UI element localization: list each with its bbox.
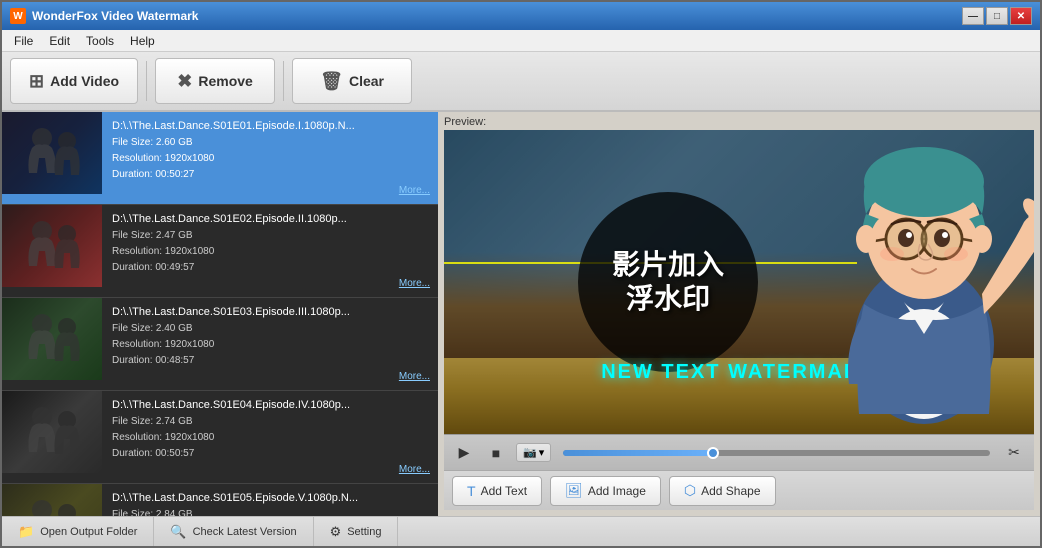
file-name: D:\.\The.Last.Dance.S01E05.Episode.V.108…: [112, 492, 430, 504]
file-meta: File Size: 2.40 GBResolution: 1920x1080D…: [112, 321, 430, 369]
image-icon: 🖼: [565, 482, 583, 499]
more-link[interactable]: More...: [112, 464, 430, 475]
camera-dropdown-icon: ▾: [539, 446, 545, 459]
menu-help[interactable]: Help: [122, 32, 163, 50]
file-list: D:\.\The.Last.Dance.S01E01.Episode.I.108…: [2, 112, 438, 516]
playback-controls: ▶ ■ 📷 ▾ ✂: [444, 434, 1034, 470]
file-name: D:\.\The.Last.Dance.S01E01.Episode.I.108…: [112, 120, 430, 132]
add-image-button[interactable]: 🖼 Add Image: [550, 476, 661, 506]
app-icon: W: [10, 8, 26, 24]
play-button[interactable]: ▶: [452, 441, 476, 465]
file-item[interactable]: D:\.\The.Last.Dance.S01E05.Episode.V.108…: [2, 484, 438, 516]
more-link[interactable]: More...: [112, 185, 430, 196]
add-shape-label: Add Shape: [701, 484, 760, 498]
file-info: D:\.\The.Last.Dance.S01E03.Episode.III.1…: [102, 298, 438, 390]
stop-button[interactable]: ■: [484, 441, 508, 465]
window-title: WonderFox Video Watermark: [32, 9, 962, 23]
toolbar-separator-2: [283, 61, 284, 101]
toolbar: ⊞ Add Video ✖ Remove 🗑 Clear: [2, 52, 1040, 112]
clear-icon: 🗑: [320, 71, 343, 92]
add-image-label: Add Image: [588, 484, 646, 498]
mascot-character: [784, 130, 1034, 434]
file-info: D:\.\The.Last.Dance.S01E01.Episode.I.108…: [102, 112, 438, 204]
add-shape-button[interactable]: ⬡ Add Shape: [669, 476, 776, 506]
watermark-circle-text: 影片加入 浮水印: [612, 248, 724, 315]
check-version-button[interactable]: 🔍 Check Latest Version: [154, 517, 313, 546]
folder-icon: 📁: [18, 524, 34, 540]
progress-fill: [563, 450, 712, 456]
gear-icon: ⚙: [330, 524, 342, 540]
menu-file[interactable]: File: [6, 32, 41, 50]
preview-label: Preview:: [444, 116, 1034, 128]
text-icon: T: [467, 483, 476, 499]
file-meta: File Size: 2.74 GBResolution: 1920x1080D…: [112, 414, 430, 462]
file-name: D:\.\The.Last.Dance.S01E04.Episode.IV.10…: [112, 399, 430, 411]
watermark-line1: 影片加入: [612, 249, 724, 280]
more-link[interactable]: More...: [112, 278, 430, 289]
title-bar: W WonderFox Video Watermark — □ ✕: [2, 2, 1040, 30]
file-info: D:\.\The.Last.Dance.S01E02.Episode.II.10…: [102, 205, 438, 297]
maximize-button[interactable]: □: [986, 7, 1008, 25]
scissors-button[interactable]: ✂: [1002, 441, 1026, 465]
add-video-button[interactable]: ⊞ Add Video: [10, 58, 138, 104]
menu-bar: File Edit Tools Help: [2, 30, 1040, 52]
clear-button[interactable]: 🗑 Clear: [292, 58, 412, 104]
preview-video: 影片加入 浮水印 NEW TEXT WATERMARK: [444, 130, 1034, 434]
file-thumbnail: [2, 391, 102, 473]
watermark-line2: 浮水印: [626, 283, 710, 314]
remove-icon: ✖: [177, 71, 192, 92]
file-info: D:\.\The.Last.Dance.S01E04.Episode.IV.10…: [102, 391, 438, 483]
close-button[interactable]: ✕: [1010, 7, 1032, 25]
progress-bar[interactable]: [563, 450, 990, 456]
file-meta: File Size: 2.47 GBResolution: 1920x1080D…: [112, 228, 430, 276]
open-folder-label: Open Output Folder: [40, 526, 137, 538]
camera-icon: 📷: [523, 446, 537, 459]
file-thumbnail: [2, 112, 102, 194]
settings-button[interactable]: ⚙ Setting: [314, 517, 399, 546]
open-folder-button[interactable]: 📁 Open Output Folder: [2, 517, 154, 546]
file-thumbnail: [2, 298, 102, 380]
file-meta: File Size: 2.60 GBResolution: 1920x1080D…: [112, 135, 430, 183]
file-name: D:\.\The.Last.Dance.S01E02.Episode.II.10…: [112, 213, 430, 225]
add-video-label: Add Video: [50, 73, 119, 89]
add-text-button[interactable]: T Add Text: [452, 476, 542, 506]
file-meta: File Size: 2.84 GBResolution: 1920x1080D…: [112, 507, 430, 516]
status-bar: 📁 Open Output Folder 🔍 Check Latest Vers…: [2, 516, 1040, 546]
remove-label: Remove: [198, 73, 252, 89]
more-link[interactable]: More...: [112, 371, 430, 382]
file-item[interactable]: D:\.\The.Last.Dance.S01E03.Episode.III.1…: [2, 298, 438, 391]
menu-tools[interactable]: Tools: [78, 32, 122, 50]
progress-thumb[interactable]: [707, 447, 719, 459]
remove-button[interactable]: ✖ Remove: [155, 58, 275, 104]
file-thumbnail: [2, 205, 102, 287]
file-item[interactable]: D:\.\The.Last.Dance.S01E02.Episode.II.10…: [2, 205, 438, 298]
file-item[interactable]: D:\.\The.Last.Dance.S01E04.Episode.IV.10…: [2, 391, 438, 484]
window-controls: — □ ✕: [962, 7, 1032, 25]
file-name: D:\.\The.Last.Dance.S01E03.Episode.III.1…: [112, 306, 430, 318]
check-version-label: Check Latest Version: [193, 526, 297, 538]
add-text-label: Add Text: [481, 484, 527, 498]
minimize-button[interactable]: —: [962, 7, 984, 25]
file-thumbnail: [2, 484, 102, 516]
toolbar-separator-1: [146, 61, 147, 101]
file-info: D:\.\The.Last.Dance.S01E05.Episode.V.108…: [102, 484, 438, 516]
check-icon: 🔍: [170, 524, 186, 540]
menu-edit[interactable]: Edit: [41, 32, 78, 50]
shape-icon: ⬡: [684, 482, 696, 499]
file-item[interactable]: D:\.\The.Last.Dance.S01E01.Episode.I.108…: [2, 112, 438, 205]
clear-label: Clear: [349, 73, 384, 89]
add-video-icon: ⊞: [29, 71, 44, 92]
main-window: W WonderFox Video Watermark — □ ✕ File E…: [0, 0, 1042, 548]
watermark-buttons-bar: T Add Text 🖼 Add Image ⬡ Add Shape: [444, 470, 1034, 510]
preview-panel: Preview: 影片加入 浮水印 NEW T: [438, 112, 1040, 516]
watermark-circle[interactable]: 影片加入 浮水印: [578, 192, 758, 372]
main-content: D:\.\The.Last.Dance.S01E01.Episode.I.108…: [2, 112, 1040, 516]
setting-label: Setting: [347, 526, 381, 538]
screenshot-button[interactable]: 📷 ▾: [516, 443, 551, 462]
